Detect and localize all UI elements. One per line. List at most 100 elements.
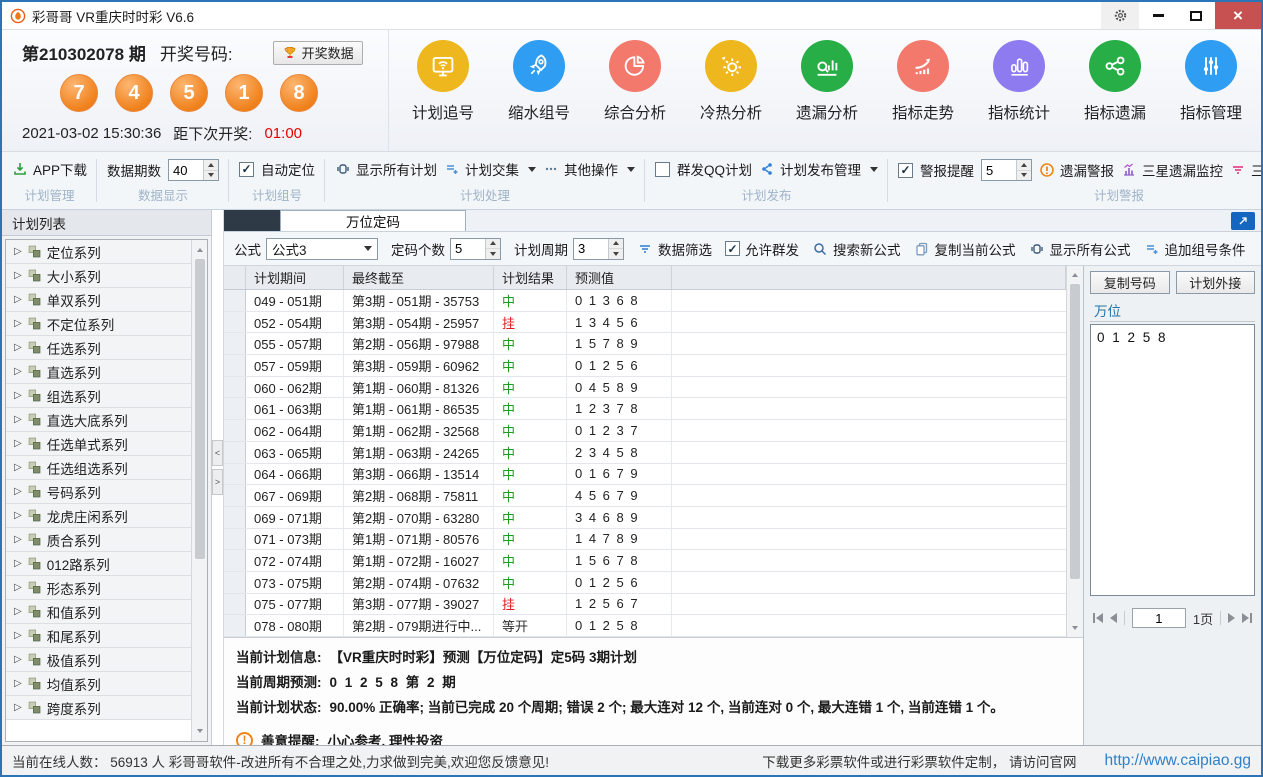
cycle-input[interactable] xyxy=(574,239,608,259)
code-count-input[interactable] xyxy=(451,239,485,259)
star3-shrink-button[interactable]: 三星缩水+监控 xyxy=(1230,160,1263,180)
sidebar-item-series[interactable]: ▷任选系列 xyxy=(6,336,191,360)
table-row[interactable]: 073 - 075期第2期 - 074期 - 07632中0 1 2 5 6 xyxy=(224,572,1066,594)
page-input[interactable] xyxy=(1132,608,1186,628)
expand-right-button[interactable]: > xyxy=(212,469,223,495)
sidebar-item-series[interactable]: ▷和值系列 xyxy=(6,600,191,624)
table-row[interactable]: 067 - 069期第2期 - 068期 - 75811中4 5 6 7 9 xyxy=(224,485,1066,507)
table-row[interactable]: 072 - 074期第1期 - 072期 - 16027中1 5 6 7 8 xyxy=(224,550,1066,572)
sidebar-item-series[interactable]: ▷组选系列 xyxy=(6,384,191,408)
scroll-thumb[interactable] xyxy=(195,259,205,559)
collapse-left-button[interactable]: < xyxy=(212,440,223,466)
sidebar-item-series[interactable]: ▷单双系列 xyxy=(6,288,191,312)
table-row[interactable]: 057 - 059期第3期 - 059期 - 60962中0 1 2 5 6 xyxy=(224,355,1066,377)
app-download-button[interactable]: APP下载 xyxy=(12,159,87,179)
sidebar-item-series[interactable]: ▷跨度系列 xyxy=(6,696,191,720)
table-row[interactable]: 052 - 054期第3期 - 054期 - 25957挂1 3 4 5 6 xyxy=(224,312,1066,334)
next-page-button[interactable] xyxy=(1228,613,1235,623)
code-count-stepper[interactable] xyxy=(450,238,501,260)
sidebar-item-series[interactable]: ▷任选组选系列 xyxy=(6,456,191,480)
sidebar-item-series[interactable]: ▷均值系列 xyxy=(6,672,191,696)
step-up[interactable] xyxy=(486,239,500,250)
sidebar-item-series[interactable]: ▷和尾系列 xyxy=(6,624,191,648)
sidebar-item-series[interactable]: ▷定位系列 xyxy=(6,240,191,264)
table-row[interactable]: 062 - 064期第1期 - 062期 - 32568中0 1 2 3 7 xyxy=(224,420,1066,442)
nav-plan-chase[interactable]: 计划追号 xyxy=(395,40,491,151)
settings-button[interactable] xyxy=(1101,2,1139,29)
copy-formula-button[interactable]: 复制当前公式 xyxy=(914,239,1016,259)
nav-comprehensive-analysis[interactable]: 综合分析 xyxy=(587,40,683,151)
first-page-button[interactable] xyxy=(1093,613,1103,623)
tab-wanwei-dingma[interactable]: 万位定码 xyxy=(280,210,466,231)
data-periods-stepper[interactable] xyxy=(168,159,219,181)
sidebar-item-series[interactable]: ▷不定位系列 xyxy=(6,312,191,336)
table-row[interactable]: 069 - 071期第2期 - 070期 - 63280中3 4 6 8 9 xyxy=(224,507,1066,529)
col-predict[interactable]: 预测值 xyxy=(567,266,672,289)
table-row[interactable]: 060 - 062期第1期 - 060期 - 81326中0 4 5 8 9 xyxy=(224,377,1066,399)
table-row[interactable]: 078 - 080期第2期 - 079期进行中...等开0 1 2 5 8 xyxy=(224,615,1066,637)
maximize-button[interactable] xyxy=(1177,2,1215,29)
other-operations-dropdown[interactable]: 其他操作 xyxy=(543,159,635,179)
auto-position-checkbox[interactable] xyxy=(239,162,254,177)
omit-alert-button[interactable]: 遗漏警报 xyxy=(1039,160,1114,180)
plan-intersect-dropdown[interactable]: 计划交集 xyxy=(444,159,536,179)
table-row[interactable]: 063 - 065期第1期 - 063期 - 24265中2 3 4 5 8 xyxy=(224,442,1066,464)
sidebar-item-series[interactable]: ▷极值系列 xyxy=(6,648,191,672)
formula-select[interactable]: 公式3 xyxy=(266,238,378,260)
scroll-up-icon[interactable] xyxy=(1072,268,1078,282)
nav-omission-analysis[interactable]: 遗漏分析 xyxy=(779,40,875,151)
step-down[interactable] xyxy=(1017,171,1031,181)
alert-remind-checkbox[interactable] xyxy=(898,163,913,178)
step-up[interactable] xyxy=(1017,160,1031,171)
nav-indicator-manage[interactable]: 指标管理 xyxy=(1163,40,1259,151)
sidebar-item-series[interactable]: ▷形态系列 xyxy=(6,576,191,600)
col-period[interactable]: 计划期间 xyxy=(246,266,344,289)
prev-page-button[interactable] xyxy=(1110,613,1117,623)
nav-hot-cold-analysis[interactable]: 冷热分析 xyxy=(683,40,779,151)
show-all-formula-button[interactable]: 显示所有公式 xyxy=(1029,239,1131,259)
sidebar-scrollbar[interactable] xyxy=(191,240,207,741)
sidebar-item-series[interactable]: ▷直选大底系列 xyxy=(6,408,191,432)
data-periods-input[interactable] xyxy=(169,160,203,180)
official-site-link[interactable]: http://www.caipiao.gg xyxy=(1105,752,1251,770)
step-up[interactable] xyxy=(609,239,623,250)
table-row[interactable]: 055 - 057期第2期 - 056期 - 97988中1 5 7 8 9 xyxy=(224,333,1066,355)
sidebar-item-series[interactable]: ▷龙虎庄闲系列 xyxy=(6,504,191,528)
publish-manage-dropdown[interactable]: 计划发布管理 xyxy=(759,159,878,179)
sidebar-item-series[interactable]: ▷号码系列 xyxy=(6,480,191,504)
nav-shrink-group[interactable]: 缩水组号 xyxy=(491,40,587,151)
table-row[interactable]: 064 - 066期第3期 - 066期 - 13514中0 1 6 7 9 xyxy=(224,464,1066,486)
table-row[interactable]: 061 - 063期第1期 - 061期 - 86535中1 2 3 7 8 xyxy=(224,398,1066,420)
scroll-up-icon[interactable] xyxy=(197,243,203,257)
number-output-box[interactable]: 0 1 2 5 8 xyxy=(1090,324,1255,596)
show-all-plans-button[interactable]: 显示所有计划 xyxy=(335,159,437,179)
qq-send-checkbox[interactable] xyxy=(655,162,670,177)
minimize-button[interactable] xyxy=(1139,2,1177,29)
nav-indicator-trend[interactable]: 指标走势 xyxy=(875,40,971,151)
search-formula-button[interactable]: 搜索新公式 xyxy=(812,239,901,259)
scroll-down-icon[interactable] xyxy=(197,724,203,738)
sidebar-item-series[interactable]: ▷任选单式系列 xyxy=(6,432,191,456)
plan-external-button[interactable]: 计划外接 xyxy=(1176,271,1256,294)
close-button[interactable]: × xyxy=(1215,2,1261,29)
nav-indicator-omission[interactable]: 指标遗漏 xyxy=(1067,40,1163,151)
scroll-thumb[interactable] xyxy=(1070,284,1080,579)
table-row[interactable]: 071 - 073期第1期 - 071期 - 80576中1 4 7 8 9 xyxy=(224,529,1066,551)
table-scrollbar[interactable] xyxy=(1066,266,1083,637)
step-down[interactable] xyxy=(609,249,623,259)
col-result[interactable]: 计划结果 xyxy=(494,266,567,289)
star3-monitor-button[interactable]: 三星遗漏监控 xyxy=(1121,160,1223,180)
sidebar-item-series[interactable]: ▷012路系列 xyxy=(6,552,191,576)
alert-stepper[interactable] xyxy=(981,159,1032,181)
step-down[interactable] xyxy=(204,171,218,181)
panel-expand-button[interactable] xyxy=(1231,212,1255,230)
col-cutoff[interactable]: 最终截至 xyxy=(344,266,494,289)
table-row[interactable]: 075 - 077期第3期 - 077期 - 39027挂1 2 5 6 7 xyxy=(224,594,1066,616)
sidebar-item-series[interactable]: ▷大小系列 xyxy=(6,264,191,288)
data-filter-button[interactable]: 数据筛选 xyxy=(637,239,712,259)
step-up[interactable] xyxy=(204,160,218,171)
nav-indicator-stats[interactable]: 指标统计 xyxy=(971,40,1067,151)
step-down[interactable] xyxy=(486,249,500,259)
copy-numbers-button[interactable]: 复制号码 xyxy=(1090,271,1170,294)
sidebar-item-series[interactable]: ▷直选系列 xyxy=(6,360,191,384)
